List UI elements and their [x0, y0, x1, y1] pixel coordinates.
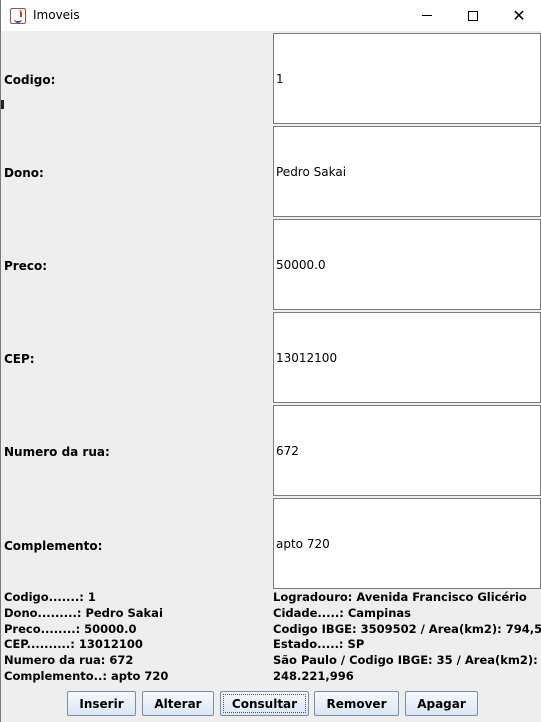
summary-cidade: Cidade.....: Campinas	[273, 605, 411, 620]
consultar-button[interactable]: Consultar	[220, 691, 309, 716]
summary-preco: Preco........: 50000.0	[4, 621, 137, 636]
imovel-summary: Codigo.......: 1 Dono.........: Pedro Sa…	[4, 590, 168, 685]
summary-codigo: Codigo.......: 1	[4, 590, 96, 604]
close-icon: ✕	[512, 5, 526, 25]
complemento-field[interactable]: apto 720	[273, 498, 541, 589]
alterar-button[interactable]: Alterar	[142, 691, 214, 716]
complemento-value: apto 720	[276, 536, 330, 551]
preco-value: 50000.0	[276, 257, 326, 272]
window-edge-mark	[1, 100, 4, 109]
complemento-label: Complemento:	[4, 539, 103, 553]
remover-button[interactable]: Remover	[314, 691, 399, 716]
summary-estado-ibge: São Paulo / Codigo IBGE: 35 / Area(km2):	[273, 653, 538, 668]
summary-estado-area: 248.221,996	[273, 668, 354, 683]
summary-dono: Dono.........: Pedro Sakai	[4, 605, 163, 620]
summary-cep: CEP..........: 13012100	[4, 637, 143, 652]
numero-rua-value: 672	[276, 443, 299, 458]
apagar-button[interactable]: Apagar	[405, 691, 478, 716]
numero-rua-label: Numero da rua:	[4, 445, 110, 459]
dono-value: Pedro Sakai	[276, 164, 347, 179]
maximize-icon	[468, 10, 478, 21]
summary-numero-rua: Numero da rua: 672	[4, 653, 134, 668]
preco-field[interactable]: 50000.0	[273, 219, 541, 310]
imoveis-window: Imoveis ✕ Codigo: 1 Dono: Pedro Sakai Pr…	[0, 0, 541, 722]
codigo-label: Codigo:	[4, 73, 56, 87]
close-button[interactable]: ✕	[496, 0, 541, 31]
codigo-value: 1	[276, 71, 284, 86]
minimize-icon	[422, 15, 432, 16]
window-title: Imoveis	[33, 8, 80, 22]
codigo-field[interactable]: 1	[273, 33, 541, 124]
minimize-button[interactable]	[404, 0, 450, 31]
summary-logradouro: Logradouro: Avenida Francisco Glicério	[273, 590, 527, 604]
preco-label: Preco:	[4, 259, 48, 273]
address-summary: Logradouro: Avenida Francisco Glicério C…	[273, 590, 541, 685]
dono-label: Dono:	[4, 166, 44, 180]
cep-label: CEP:	[4, 352, 35, 366]
maximize-button[interactable]	[450, 0, 496, 31]
title-bar[interactable]: Imoveis ✕	[1, 0, 541, 31]
summary-complemento: Complemento..: apto 720	[4, 668, 169, 683]
cep-value: 13012100	[276, 350, 338, 365]
dono-field[interactable]: Pedro Sakai	[273, 126, 541, 217]
summary-estado: Estado.....: SP	[273, 637, 365, 652]
java-icon	[10, 8, 26, 24]
inserir-button[interactable]: Inserir	[67, 691, 136, 716]
summary-codigo-ibge: Codigo IBGE: 3509502 / Area(km2): 794,57…	[273, 621, 541, 636]
numero-rua-field[interactable]: 672	[273, 405, 541, 496]
cep-field[interactable]: 13012100	[273, 312, 541, 403]
